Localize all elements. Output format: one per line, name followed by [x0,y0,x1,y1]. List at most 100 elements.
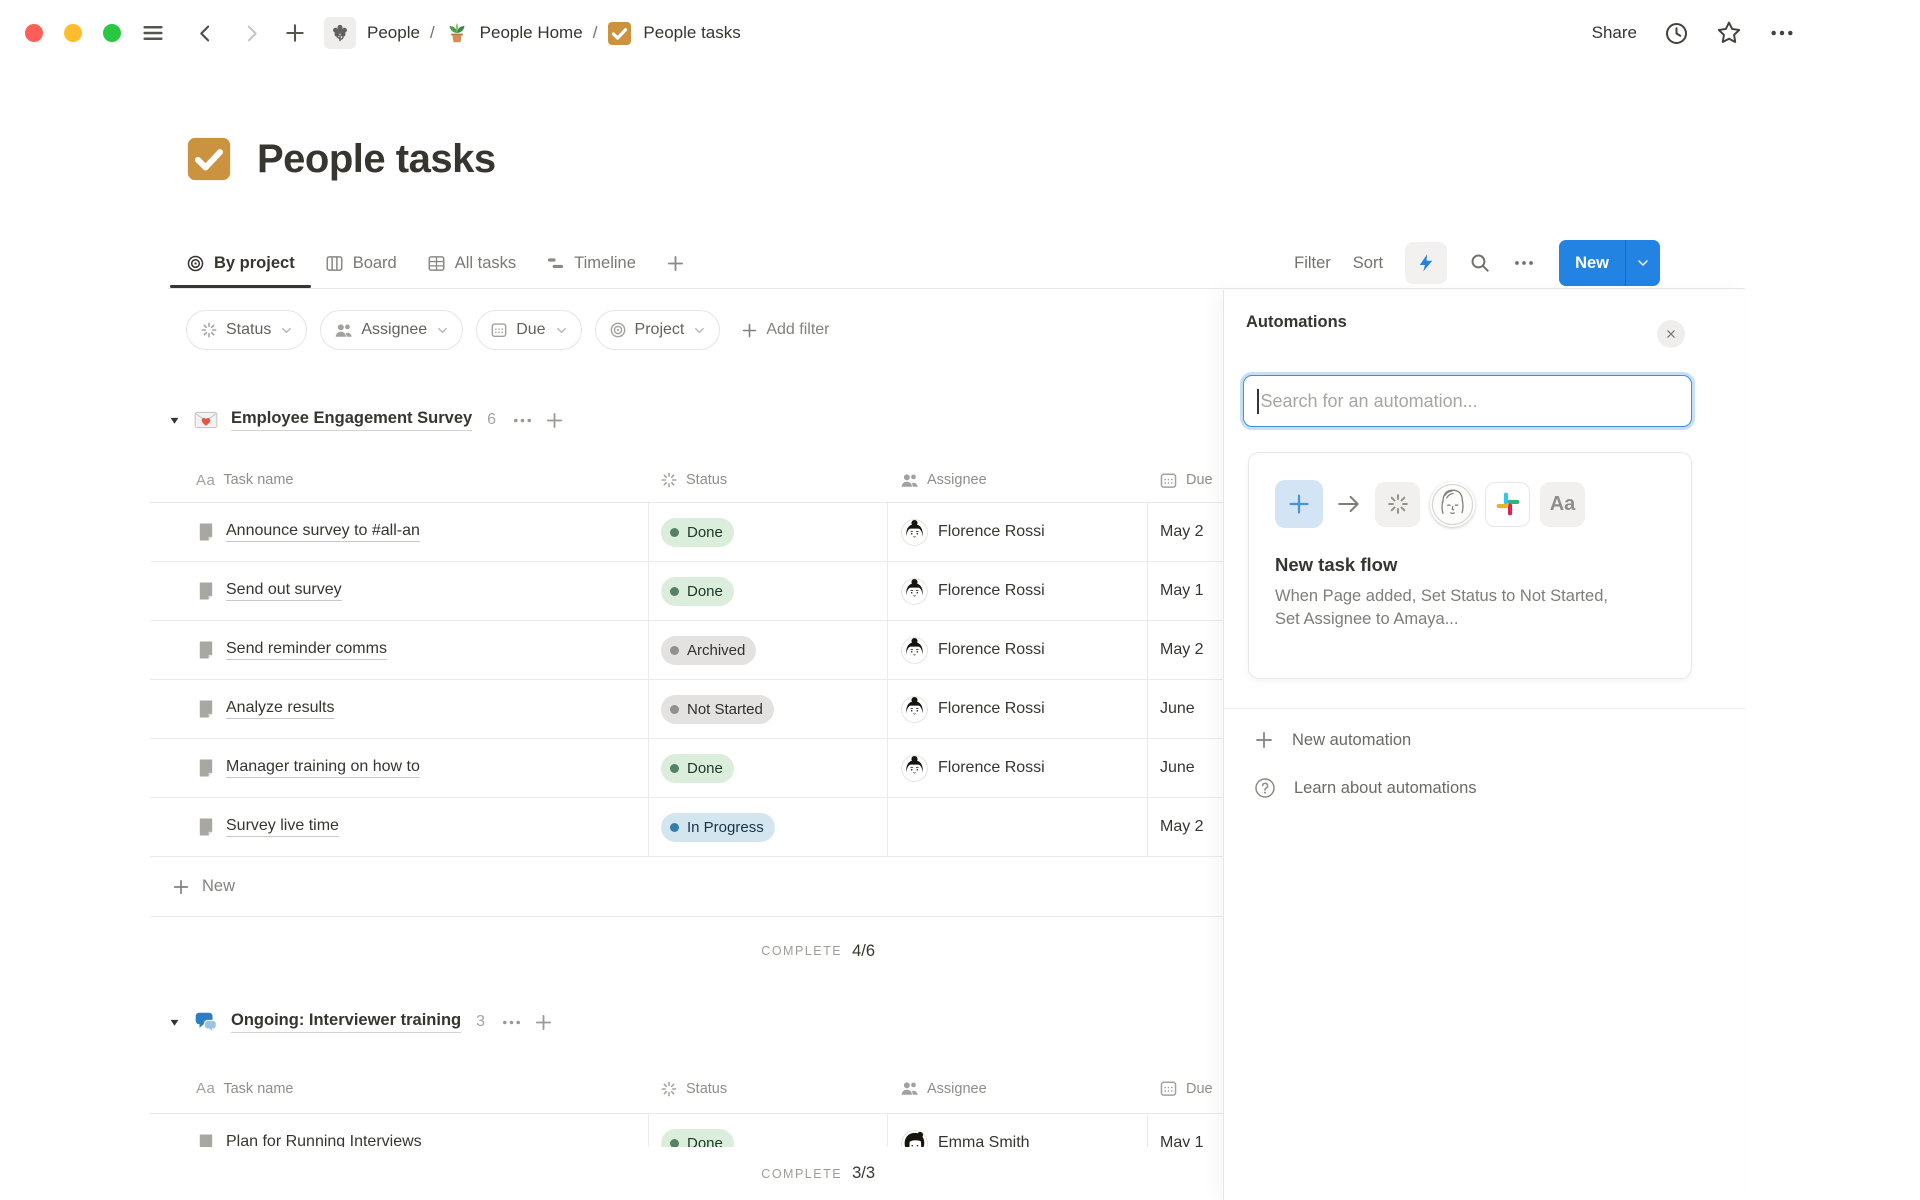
status-label: Done [687,1135,723,1148]
due-cell[interactable]: June [1147,739,1223,797]
status-cell[interactable]: Archived [648,621,887,679]
status-cell[interactable]: Done [648,503,887,561]
column-header-due[interactable]: Due [1147,471,1223,490]
group-add-row-icon[interactable] [545,411,564,430]
assignee-cell[interactable]: Emma Smith [887,1114,1147,1147]
group-count: 3 [476,1013,485,1031]
status-badge: Not Started [661,695,774,724]
updates-clock-icon[interactable] [1664,21,1689,46]
automation-search-input[interactable] [1261,391,1679,412]
column-header-status[interactable]: Status [648,471,887,489]
task-cell[interactable]: Survey live time [150,798,648,856]
due-cell[interactable]: May 2 [1147,621,1223,679]
due-cell[interactable]: May 2 [1147,503,1223,561]
status-cell[interactable]: Not Started [648,680,887,738]
task-link[interactable]: Send reminder comms [226,640,387,660]
automation-search-input-wrapper [1243,375,1692,427]
assignee-cell[interactable]: Florence Rossi [887,621,1147,679]
sort-button[interactable]: Sort [1353,254,1383,273]
group-aggregate-complete[interactable]: COMPLETE 4/6 [0,928,875,974]
group-options-icon[interactable] [501,1012,522,1033]
new-automation-button[interactable]: New automation [1254,726,1411,754]
status-cell[interactable]: Done [648,739,887,797]
assignee-cell[interactable]: Florence Rossi [887,562,1147,620]
group-aggregate-complete[interactable]: COMPLETE 3/3 [0,1147,875,1200]
status-dot [670,705,679,714]
new-button-chevron[interactable] [1625,240,1660,286]
board-area: Employee Engagement Survey 6 Aa Task nam… [0,0,1223,1200]
status-dot [670,528,679,537]
group-title-link[interactable]: Ongoing: Interviewer training [231,1011,461,1033]
table-row[interactable]: Announce survey to #all-an Done Florence… [150,503,1223,562]
status-badge: Done [661,518,734,547]
task-link[interactable]: Send out survey [226,581,342,601]
status-spinner-icon [1375,482,1420,527]
aggregate-value: 4/6 [852,942,875,961]
plus-icon [1254,730,1274,750]
due-cell[interactable]: May 1 [1147,1114,1223,1147]
group-add-row-icon[interactable] [534,1013,553,1032]
column-header-task-name[interactable]: Aa Task name [150,472,648,489]
task-cell[interactable]: Analyze results [150,680,648,738]
assignee-cell[interactable]: Florence Rossi [887,680,1147,738]
task-cell[interactable]: Plan for Running Interviews [150,1114,648,1147]
task-cell[interactable]: Manager training on how to [150,739,648,797]
new-row-button[interactable]: New [150,857,1223,917]
automation-card-new-task-flow[interactable]: Aa New task flow When Page added, Set St… [1248,452,1692,679]
table-row[interactable]: Plan for Running Interviews Done Emma Sm… [150,1114,1223,1147]
column-header-status[interactable]: Status [648,1080,887,1098]
task-cell[interactable]: Send out survey [150,562,648,620]
question-mark-icon [1254,777,1276,799]
due-cell[interactable]: May 1 [1147,562,1223,620]
new-button[interactable]: New [1559,240,1660,286]
status-label: Done [687,760,723,777]
favorite-star-icon[interactable] [1716,20,1742,46]
task-link[interactable]: Announce survey to #all-an [226,522,420,542]
status-badge: Archived [661,636,756,665]
new-button-label[interactable]: New [1559,240,1625,286]
share-button[interactable]: Share [1592,23,1637,43]
group-title-link[interactable]: Employee Engagement Survey [231,409,472,431]
people-icon [900,471,919,490]
status-cell[interactable]: Done [648,1114,887,1147]
clipped-row-container: Plan for Running Interviews Done Emma Sm… [150,1114,1223,1147]
status-cell[interactable]: In Progress [648,798,887,856]
view-options-icon[interactable] [1513,252,1535,274]
task-link[interactable]: Manager training on how to [226,758,420,778]
task-link[interactable]: Survey live time [226,817,339,837]
column-header-task-name[interactable]: Aa Task name [150,1080,648,1097]
table-row[interactable]: Send out survey Done Florence Rossi May … [150,562,1223,621]
group-toggle-icon[interactable] [168,1016,181,1029]
task-link[interactable]: Analyze results [226,699,335,719]
column-header-assignee[interactable]: Assignee [887,1079,1147,1098]
learn-about-automations-link[interactable]: Learn about automations [1254,774,1477,802]
status-cell[interactable]: Done [648,562,887,620]
group-toggle-icon[interactable] [168,414,181,427]
task-link[interactable]: Plan for Running Interviews [226,1133,422,1147]
filter-button[interactable]: Filter [1294,254,1331,273]
text-property-icon: Aa [1540,482,1585,527]
avatar [901,519,928,546]
table-row[interactable]: Analyze results Not Started Florence Ros… [150,680,1223,739]
table-row[interactable]: Send reminder comms Archived Florence Ro… [150,621,1223,680]
table-row[interactable]: Manager training on how to Done Florence… [150,739,1223,798]
assignee-cell-empty[interactable] [887,798,1147,856]
more-options-icon[interactable] [1769,20,1795,46]
aggregate-label: COMPLETE [761,1167,842,1181]
task-cell[interactable]: Announce survey to #all-an [150,503,648,561]
due-date: May 1 [1160,1134,1204,1147]
page-icon [196,640,216,660]
assignee-cell[interactable]: Florence Rossi [887,503,1147,561]
column-label: Status [686,472,727,488]
column-header-due[interactable]: Due [1147,1079,1223,1098]
due-cell[interactable]: June [1147,680,1223,738]
group-options-icon[interactable] [512,410,533,431]
assignee-cell[interactable]: Florence Rossi [887,739,1147,797]
task-cell[interactable]: Send reminder comms [150,621,648,679]
automations-bolt-button[interactable] [1405,242,1447,284]
due-cell[interactable]: May 2 [1147,798,1223,856]
column-header-assignee[interactable]: Assignee [887,471,1147,490]
table-row[interactable]: Survey live time In Progress May 2 [150,798,1223,857]
search-icon[interactable] [1469,252,1491,274]
close-icon[interactable] [1657,320,1685,348]
